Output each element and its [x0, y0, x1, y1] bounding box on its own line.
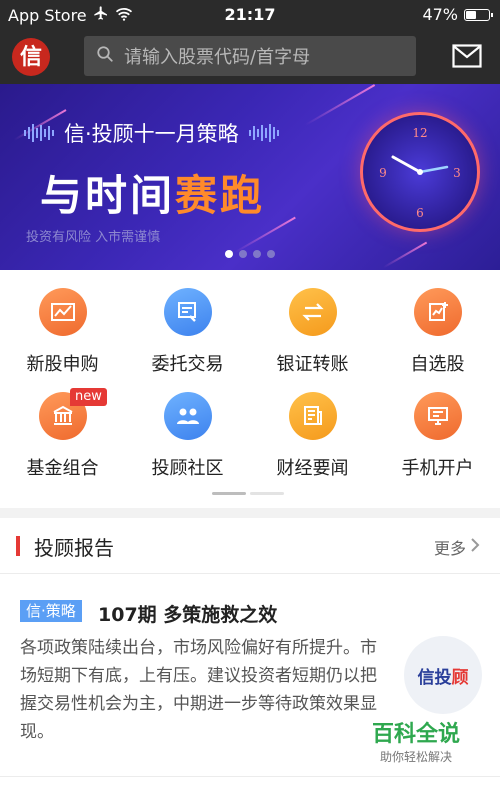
banner-title-accent: 赛跑	[175, 171, 266, 220]
battery-percent: 47%	[422, 5, 458, 24]
report-headline: 107期 多策施救之效	[98, 604, 278, 626]
grid-label: 新股申购	[26, 354, 99, 375]
grid-item-watchlist[interactable]: 自选股	[375, 288, 500, 376]
banner-title-main: 与时间	[40, 171, 176, 220]
app-header: 信 请输入股票代码/首字母	[0, 30, 500, 84]
promo-banner[interactable]: 信·投顾十一月策略 与时间赛跑 投资有风险 入市需谨慎 12 3 6 9	[0, 84, 500, 270]
trade-card-icon	[163, 288, 212, 336]
svg-text:3: 3	[453, 166, 461, 180]
section-divider	[0, 508, 500, 518]
banner-title: 与时间赛跑	[40, 162, 265, 223]
status-right: 47%	[422, 5, 493, 24]
section-title: 投顾报告	[34, 536, 114, 560]
grid-item-news[interactable]: 财经要闻	[250, 392, 375, 480]
banner-subtitle-text: 信·投顾十一月策略	[64, 122, 239, 146]
section-accent-bar	[16, 536, 20, 556]
community-icon	[163, 392, 212, 440]
search-icon	[96, 45, 114, 67]
mail-icon[interactable]	[452, 44, 482, 70]
more-label: 更多	[433, 539, 466, 558]
thumbnail-text-accent: 顾	[451, 667, 469, 688]
ipo-chart-icon	[38, 288, 87, 336]
grid-label: 手机开户	[401, 458, 474, 479]
watchlist-icon	[413, 288, 462, 336]
grid-page-indicator[interactable]	[250, 492, 284, 495]
watermark-title: 百科全说	[371, 722, 460, 747]
grid-label: 委托交易	[151, 354, 224, 375]
transfer-icon	[288, 288, 337, 336]
grid-pagination[interactable]	[212, 492, 284, 495]
clock-icon: 12 3 6 9	[360, 112, 480, 232]
banner-dot[interactable]	[239, 250, 247, 258]
soundwave-icon	[248, 124, 279, 142]
search-input[interactable]: 请输入股票代码/首字母	[84, 36, 416, 76]
banner-dot[interactable]	[253, 250, 261, 258]
thumbnail-text: 信投	[417, 667, 452, 688]
grid-item-ipo[interactable]: 新股申购	[0, 288, 125, 376]
new-badge: new	[70, 388, 107, 406]
search-placeholder: 请输入股票代码/首字母	[124, 47, 311, 68]
open-account-icon	[413, 392, 462, 440]
svg-text:12: 12	[412, 126, 427, 140]
banner-subtitle: 信·投顾十一月策略	[24, 118, 279, 148]
grid-item-open-account[interactable]: 手机开户	[375, 392, 500, 480]
feature-grid: 新股申购 委托交易 银证转账 自选股 new 基金组合 投顾社区 财经要闻 手机…	[0, 270, 500, 508]
more-link[interactable]: 更多	[434, 535, 480, 559]
news-icon	[288, 392, 337, 440]
grid-item-fund[interactable]: new 基金组合	[0, 388, 125, 480]
grid-label: 自选股	[410, 354, 465, 375]
battery-icon	[464, 8, 493, 21]
report-section-header: 投顾报告 更多	[0, 518, 500, 574]
chevron-right-icon	[470, 537, 480, 557]
grid-label: 基金组合	[26, 458, 99, 479]
grid-label: 投顾社区	[151, 458, 224, 479]
grid-item-trade[interactable]: 委托交易	[125, 288, 250, 376]
svg-text:6: 6	[416, 206, 424, 220]
svg-text:9: 9	[379, 166, 387, 180]
grid-item-transfer[interactable]: 银证转账	[250, 288, 375, 376]
banner-dot[interactable]	[225, 250, 233, 258]
banner-pagination[interactable]	[0, 250, 500, 258]
report-thumbnail: 信投顾	[404, 636, 482, 714]
risk-warning: 投资有风险 入市需谨慎	[26, 230, 161, 245]
app-logo[interactable]: 信	[12, 38, 50, 76]
divider	[0, 776, 500, 777]
watermark-subtitle: 助你轻松解决	[379, 750, 452, 764]
banner-dot[interactable]	[267, 250, 275, 258]
soundwave-icon	[24, 124, 54, 142]
grid-label: 银证转账	[276, 354, 349, 375]
grid-label: 财经要闻	[276, 458, 349, 479]
grid-item-community[interactable]: 投顾社区	[125, 392, 250, 480]
report-tag: 信·策略	[20, 600, 82, 622]
watermark: 百科全说 助你轻松解决	[372, 716, 460, 765]
status-bar: App Store 21:17 47%	[0, 0, 500, 30]
report-summary: 各项政策陆续出台，市场风险偏好有所提升。市场短期下有底，上有压。建议投资者短期仍…	[20, 638, 377, 742]
grid-page-indicator[interactable]	[212, 492, 246, 495]
